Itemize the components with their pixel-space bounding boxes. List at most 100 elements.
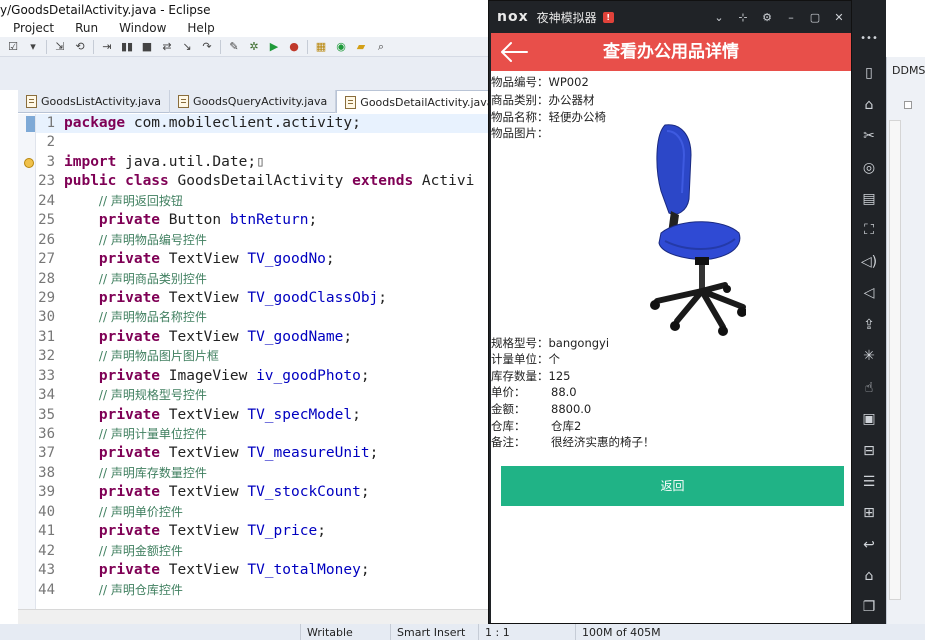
scissors-icon[interactable]: ✂ <box>860 127 878 145</box>
code-line[interactable]: 42 // 声明金额控件 <box>36 542 490 561</box>
code-comment: // 声明物品编号控件 <box>98 232 207 247</box>
code-text: ; <box>360 367 370 384</box>
disconnect-icon[interactable]: ⇄ <box>160 40 174 54</box>
code-line[interactable]: 3 import java.util.Date; ▯ <box>36 153 490 172</box>
code-field: iv_goodPhoto <box>256 367 361 384</box>
code-line[interactable]: 39 private TextView TV_stockCount; <box>36 483 490 502</box>
search-icon[interactable]: ⌕ <box>374 40 388 54</box>
code-line[interactable]: 24 // 声明返回按钮 <box>36 192 490 211</box>
multi-instance-icon[interactable]: ▣ <box>860 410 878 428</box>
menu-project[interactable]: Project <box>0 20 62 37</box>
tab-goods-list[interactable]: GoodsListActivity.java <box>18 90 171 113</box>
code-line[interactable]: 35 private TextView TV_specModel; <box>36 406 490 425</box>
apk-install-icon[interactable]: ⇪ <box>860 316 878 334</box>
code-line[interactable]: 25 private Button btnReturn; <box>36 211 490 230</box>
ddms-perspective[interactable]: DDMS <box>892 64 925 77</box>
code-line[interactable]: 2 <box>36 133 490 152</box>
volume-up-icon[interactable]: ◁) <box>860 253 878 271</box>
tab-goods-query[interactable]: GoodsQueryActivity.java <box>170 90 337 113</box>
new-class-icon[interactable]: ◉ <box>334 40 348 54</box>
code-line[interactable]: 44 // 声明仓库控件 <box>36 581 490 600</box>
office-chair-photo <box>650 124 746 336</box>
close-icon[interactable]: ✕ <box>833 11 845 24</box>
code-line[interactable]: 29 private TextView TV_goodClassObj; <box>36 289 490 308</box>
sync-icon[interactable]: ⊞ <box>860 504 878 522</box>
step-over-icon[interactable]: ↷ <box>200 40 214 54</box>
back-arrow-icon[interactable] <box>499 41 529 63</box>
stop-icon[interactable]: ■ <box>140 40 154 54</box>
return-button[interactable]: 返回 <box>501 466 844 506</box>
back-icon[interactable]: ↩ <box>860 536 878 554</box>
code-line[interactable]: 41 private TextView TV_price; <box>36 522 490 541</box>
macro-icon[interactable]: ☝ <box>860 379 878 397</box>
menu-window[interactable]: Window <box>106 20 174 37</box>
code-line[interactable]: 43 private TextView TV_totalMoney; <box>36 561 490 580</box>
line-number: 33 <box>38 367 55 384</box>
code-line[interactable]: 26 // 声明物品编号控件 <box>36 231 490 250</box>
recent-apps-icon[interactable]: ❐ <box>860 598 878 616</box>
menu-icon[interactable]: ☰ <box>860 473 878 491</box>
code-line[interactable]: 23 public class GoodsDetailActivity exten… <box>36 172 490 191</box>
warning-icon[interactable] <box>24 158 34 168</box>
run-icon[interactable]: ▶ <box>267 40 281 54</box>
dropdown-icon[interactable]: ▾ <box>26 40 40 54</box>
more-icon[interactable]: ••• <box>860 30 878 48</box>
line-number: 26 <box>38 231 55 248</box>
alert-badge[interactable]: ! <box>602 11 614 23</box>
refresh-icon[interactable]: ⟲ <box>73 40 87 54</box>
volume-down-icon[interactable]: ◁ <box>860 284 878 302</box>
maximize-icon[interactable]: ▢ <box>809 11 821 24</box>
code-editor[interactable]: 1 package com.mobileclient.activity; 2 3 imp… <box>36 114 490 609</box>
code-line[interactable]: 1 package com.mobileclient.activity; <box>36 114 490 134</box>
keyboard-icon[interactable]: ▤ <box>860 190 878 208</box>
minimize-icon[interactable]: – <box>785 11 797 24</box>
recorder-icon[interactable]: ⊟ <box>860 442 878 460</box>
gear-icon[interactable]: ⚙ <box>761 11 773 24</box>
cursor-icon[interactable]: ⇲ <box>53 40 67 54</box>
pin-icon[interactable]: ✎ <box>227 40 241 54</box>
code-field: TV_stockCount <box>247 484 361 501</box>
field-label: 商品类别： <box>491 93 549 107</box>
code-line[interactable]: 36 // 声明计量单位控件 <box>36 425 490 444</box>
code-line[interactable]: 40 // 声明单价控件 <box>36 503 490 522</box>
horizontal-scrollbar[interactable] <box>18 609 490 624</box>
fullscreen-icon[interactable]: ⛶ <box>860 221 878 239</box>
external-tools-icon[interactable]: ● <box>287 40 301 54</box>
location-icon[interactable]: ◎ <box>860 159 878 177</box>
phone-rotate-icon[interactable]: ▯ <box>860 64 878 82</box>
code-line[interactable]: 37 private TextView TV_measureUnit; <box>36 444 490 463</box>
line-number: 28 <box>38 270 55 287</box>
folded-imports-icon[interactable]: ▯ <box>256 153 265 172</box>
code-line[interactable]: 38 // 声明库存数量控件 <box>36 464 490 483</box>
pin-icon[interactable]: ⊹ <box>737 11 749 24</box>
open-folder-icon[interactable]: ▰ <box>354 40 368 54</box>
line-number: 44 <box>38 581 55 598</box>
new-package-icon[interactable]: ▦ <box>314 40 328 54</box>
code-line[interactable]: 33 private ImageView iv_goodPhoto; <box>36 367 490 386</box>
menu-help[interactable]: Help <box>174 20 222 37</box>
status-memory[interactable]: 100M of 405M <box>575 624 665 640</box>
minimize-icon[interactable] <box>904 101 912 109</box>
step-icon[interactable]: ⇥ <box>100 40 114 54</box>
robot-icon[interactable]: ⌂ <box>860 96 878 114</box>
menu-run[interactable]: Run <box>62 20 106 37</box>
shake-icon[interactable]: ✳ <box>860 347 878 365</box>
code-line[interactable]: 34 // 声明规格型号控件 <box>36 386 490 405</box>
suspend-icon[interactable]: ▮▮ <box>120 40 134 54</box>
field-good-name: 物品名称：轻便办公椅 <box>491 109 606 125</box>
home-icon[interactable]: ⌂ <box>860 567 878 585</box>
debug-icon[interactable]: ✲ <box>247 40 261 54</box>
code-line[interactable]: 31 private TextView TV_goodName; <box>36 328 490 347</box>
code-line[interactable]: 32 // 声明物品图片图片框 <box>36 347 490 366</box>
code-line[interactable]: 28 // 声明商品类别控件 <box>36 270 490 289</box>
code-line[interactable]: 27 private TextView TV_goodNo; <box>36 250 490 269</box>
code-line[interactable]: 30 // 声明物品名称控件 <box>36 308 490 327</box>
checkbox-icon[interactable]: ☑ <box>6 40 20 54</box>
collapse-icon[interactable]: ⌄ <box>713 11 725 24</box>
vertical-scrollbar[interactable] <box>889 120 901 600</box>
step-into-icon[interactable]: ↘ <box>180 40 194 54</box>
